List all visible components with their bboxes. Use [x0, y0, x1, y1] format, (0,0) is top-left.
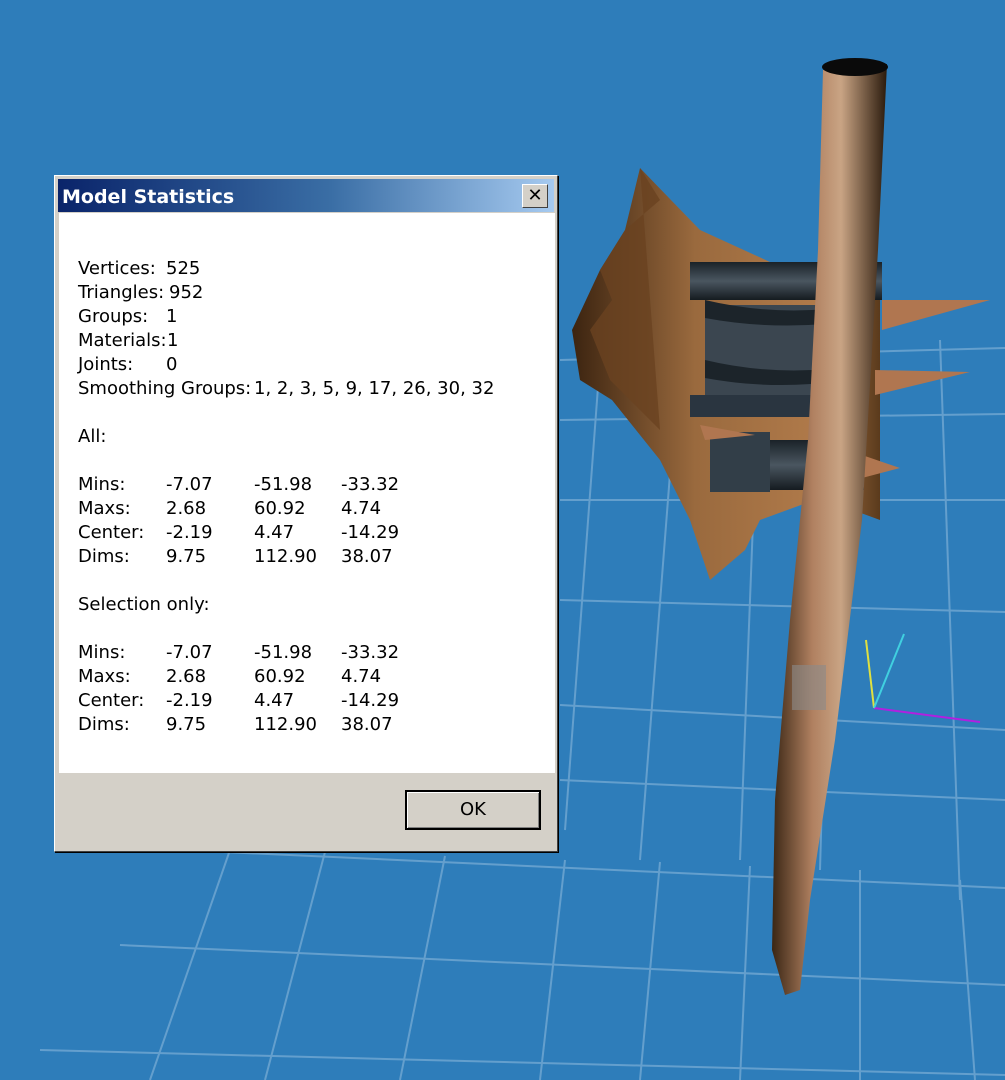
dialog-title: Model Statistics	[62, 186, 235, 208]
axe-shaft	[772, 58, 888, 995]
close-icon: ✕	[527, 185, 543, 206]
selection-heading: Selection only:	[78, 594, 210, 615]
model-statistics-dialog: Model Statistics ✕ Vertices: 525 Triangl…	[54, 175, 558, 852]
all-heading: All:	[78, 426, 107, 447]
statistics-content: Vertices: 525 Triangles: 952 Groups: 1 M…	[59, 213, 555, 773]
axis-gizmo	[865, 633, 981, 723]
dialog-titlebar[interactable]: Model Statistics ✕	[58, 179, 554, 212]
close-button[interactable]: ✕	[522, 184, 548, 208]
ok-button[interactable]: OK	[405, 790, 541, 830]
